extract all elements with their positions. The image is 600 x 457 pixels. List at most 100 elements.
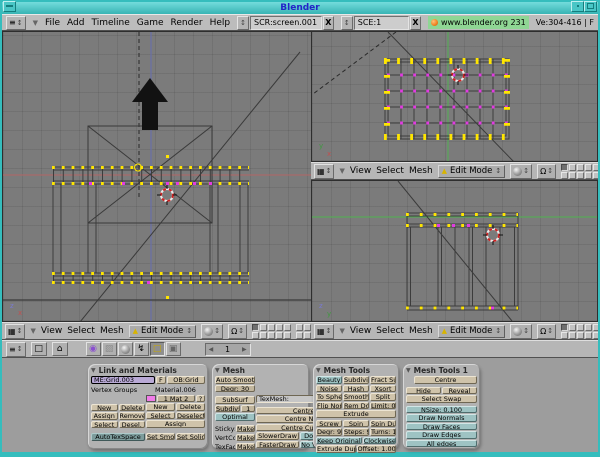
layer-toggle[interactable] <box>577 324 584 331</box>
header-collapse-icon[interactable]: ▼ <box>339 167 344 175</box>
centre-button[interactable]: Centre <box>414 376 477 384</box>
menu-file[interactable]: File <box>45 18 60 28</box>
frame-decrement-icon[interactable]: ◀ <box>209 346 214 353</box>
hide-button[interactable]: Hide <box>406 387 441 395</box>
degr90-field[interactable]: Degr: 90 <box>316 428 342 436</box>
panel-collapse-icon[interactable]: ▼ <box>406 367 411 374</box>
menu-help[interactable]: Help <box>210 18 231 28</box>
reveal-button[interactable]: Reveal <box>442 387 477 395</box>
layer-toggle[interactable] <box>585 172 592 179</box>
extrude-button[interactable]: Extrude <box>316 410 396 418</box>
set-smooth-button[interactable]: Set Smooth <box>146 433 175 441</box>
material-question-button[interactable]: ? <box>196 395 205 403</box>
layer-toggle[interactable] <box>561 332 568 339</box>
viewport-top-canvas[interactable]: y x <box>312 32 597 161</box>
frame-number-field[interactable]: ◀ 1 ▶ <box>205 343 251 356</box>
all-edges-toggle[interactable]: All edges <box>406 440 477 448</box>
viewport-side[interactable]: z y <box>311 180 598 322</box>
menu-select[interactable]: Select <box>67 326 95 336</box>
view-buttons-icon-button[interactable]: □ <box>31 342 47 356</box>
draw-edges-toggle[interactable]: Draw Edges <box>406 431 477 439</box>
layer-toggle[interactable] <box>260 332 267 339</box>
offset-field[interactable]: Offset: 1.000 <box>357 445 397 453</box>
panel-title[interactable]: ▼Mesh Tools 1 <box>406 366 477 375</box>
window-menu-button[interactable] <box>3 1 16 12</box>
nsize-field[interactable]: NSize: 0.100 <box>406 406 477 414</box>
screen-browse-button[interactable]: ↕ <box>237 16 249 30</box>
website-link[interactable]: www.blender.org 231 <box>428 16 529 29</box>
home-button[interactable]: ⌂ <box>52 342 68 356</box>
layer-toggle[interactable] <box>268 332 275 339</box>
material-select-button[interactable]: Select <box>146 412 175 420</box>
pivot-dropdown[interactable]: Ω↕ <box>537 324 556 339</box>
flip-normals-button[interactable]: Flip Normals <box>316 402 342 410</box>
menu-add[interactable]: Add <box>67 18 84 28</box>
material-deselect-button[interactable]: Deselect <box>176 412 205 420</box>
hash-button[interactable]: Hash <box>343 385 369 393</box>
panel-collapse-icon[interactable]: ▼ <box>91 367 96 374</box>
layer-toggle[interactable] <box>569 324 576 331</box>
scene-browse-button[interactable]: ↕ <box>341 16 353 30</box>
layer-toggle[interactable] <box>276 332 283 339</box>
material-context-button[interactable]: ◉ <box>86 342 101 356</box>
rem-doubles-button[interactable]: Rem Doubles <box>343 402 369 410</box>
header-collapse-icon[interactable]: ▼ <box>33 19 38 27</box>
vgroup-remove-button[interactable]: Remove <box>119 412 146 420</box>
material-index-stepper[interactable]: 1 Mat 2 <box>157 395 195 403</box>
layer-toggle[interactable] <box>577 172 584 179</box>
frame-increment-icon[interactable]: ▶ <box>242 346 247 353</box>
set-solid-button[interactable]: Set Solid <box>176 433 205 441</box>
mode-dropdown[interactable]: ▲Edit Mode↕ <box>438 165 506 178</box>
ipo-context-button[interactable]: ↯ <box>134 342 149 356</box>
subsurf-toggle[interactable]: SubSurf <box>215 396 255 404</box>
window-type-dropdown[interactable]: ≡↕ <box>6 342 26 357</box>
panel-title[interactable]: ▼Mesh Tools <box>316 366 396 375</box>
layer-toggle[interactable] <box>585 332 592 339</box>
minimize-button[interactable] <box>571 1 584 12</box>
layer-toggle[interactable] <box>561 164 568 171</box>
draw-type-dropdown[interactable]: ↕ <box>510 164 532 179</box>
noise-button[interactable]: Noise <box>316 385 342 393</box>
layer-toggle[interactable] <box>284 324 291 331</box>
draw-faces-toggle[interactable]: Draw Faces <box>406 423 477 431</box>
vertcol-make-button[interactable]: Make <box>236 434 255 442</box>
menu-timeline[interactable]: Timeline <box>91 18 129 28</box>
layer-toggle[interactable] <box>296 324 303 331</box>
subdiv-field[interactable]: Subdiv: 1 <box>215 405 240 413</box>
clockwise-toggle[interactable]: Clockwise <box>363 437 396 445</box>
menu-view[interactable]: View <box>41 326 62 336</box>
spin-dup-button[interactable]: Spin Dup <box>370 420 396 428</box>
viewport-side-canvas[interactable]: z y <box>312 181 597 321</box>
scene-context-button[interactable]: ▣ <box>166 342 181 356</box>
panel-title[interactable]: ▼Mesh <box>215 366 306 375</box>
cursor-3d[interactable] <box>157 185 177 205</box>
material-new-button[interactable]: New <box>146 403 175 411</box>
auto-smooth-toggle[interactable]: Auto Smooth <box>215 376 255 384</box>
layer-toggle[interactable] <box>260 324 267 331</box>
panel-mesh[interactable]: ▼Mesh Auto Smooth Degr: 30 SubSurf Subdi… <box>212 364 309 449</box>
turns-field[interactable]: Turns: 1 <box>370 428 396 436</box>
object-name-field[interactable]: OB:Grid <box>167 376 205 384</box>
vgroup-delete-button[interactable]: Delete <box>119 404 146 412</box>
world-context-button[interactable] <box>118 342 133 356</box>
layer-toggle[interactable] <box>252 332 259 339</box>
pivot-dropdown[interactable]: Ω↕ <box>537 164 556 179</box>
scene-name-field[interactable]: SCE:1 <box>354 16 409 30</box>
sticky-make-button[interactable]: Make <box>236 425 255 433</box>
subdivide-button[interactable]: Subdivide <box>343 376 369 384</box>
viewport-top[interactable]: y x <box>311 31 598 162</box>
mesh-object-top[interactable] <box>384 59 509 139</box>
menu-select[interactable]: Select <box>376 166 404 176</box>
draw-type-dropdown[interactable]: ↕ <box>201 324 223 339</box>
window-type-dropdown[interactable]: ≡ ↕ <box>6 16 26 30</box>
viewport-type-dropdown[interactable]: ▦↕ <box>314 324 334 339</box>
layer-toggle[interactable] <box>577 332 584 339</box>
subdiv-render-field[interactable]: 1 <box>241 405 255 413</box>
mode-dropdown[interactable]: ▲Edit Mode↕ <box>129 325 197 338</box>
vgroup-deselect-button[interactable]: Desel. <box>119 421 146 429</box>
extrude-dup-button[interactable]: Extrude Dup <box>316 445 356 453</box>
panel-collapse-icon[interactable]: ▼ <box>316 367 321 374</box>
screen-name-field[interactable]: SCR:screen.001 <box>250 16 322 30</box>
layer-toggle[interactable] <box>276 324 283 331</box>
menu-game[interactable]: Game <box>137 18 164 28</box>
